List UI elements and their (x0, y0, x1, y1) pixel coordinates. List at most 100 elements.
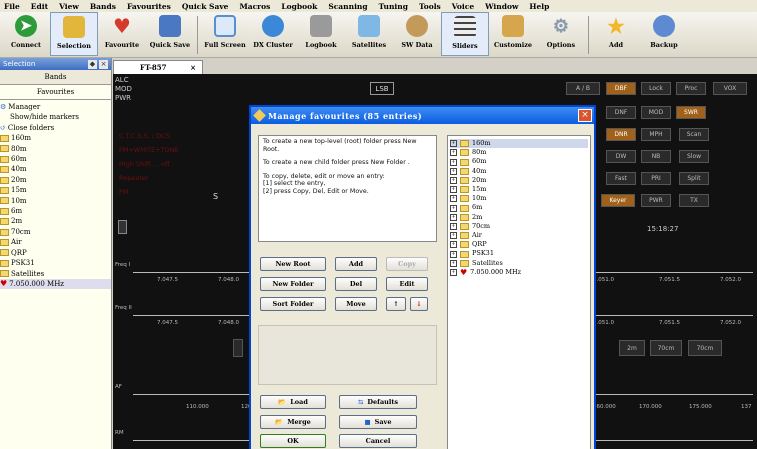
cancel-button[interactable]: Cancel (339, 434, 417, 448)
expand-icon[interactable]: + (450, 222, 457, 230)
tree-item[interactable]: 60m (0, 154, 111, 164)
tree-item[interactable]: +2m (450, 213, 588, 222)
tree-item[interactable]: +15m (450, 185, 588, 194)
load-button[interactable]: 📂 Load (260, 395, 326, 409)
proc-button[interactable]: Proc (676, 82, 706, 95)
pri-button[interactable]: PRI (641, 172, 671, 185)
expand-icon[interactable]: + (450, 186, 457, 194)
expand-icon[interactable]: + (450, 140, 457, 148)
logbook-button[interactable]: Logbook (297, 12, 345, 56)
edit-button[interactable]: Edit (386, 277, 428, 291)
slow-button[interactable]: Slow (679, 150, 709, 163)
add-button[interactable]: Add (335, 257, 377, 271)
move-up-button[interactable]: ↑ (386, 297, 406, 311)
new-root-button[interactable]: New Root (260, 257, 326, 271)
menu-scanning[interactable]: Scanning (328, 2, 367, 11)
tree-item[interactable]: 70cm (0, 227, 111, 237)
close-icon[interactable]: × (190, 63, 196, 72)
expand-icon[interactable]: + (450, 195, 457, 203)
nb-button[interactable]: NB (641, 150, 671, 163)
full-screen-button[interactable]: Full Screen (201, 12, 249, 56)
move-button[interactable]: Move (335, 297, 377, 311)
copy-button[interactable]: Copy (386, 257, 428, 271)
expand-icon[interactable]: + (450, 158, 457, 166)
tree-item[interactable]: + PSK31 (450, 249, 588, 258)
tree-item[interactable]: +6m (450, 203, 588, 212)
tree-item[interactable]: + ♥ 7.050.000 MHz (450, 268, 588, 277)
band-button-2m[interactable]: 2m (619, 340, 645, 356)
del-button[interactable]: Del (335, 277, 377, 291)
tree-item[interactable]: +70cm (450, 222, 588, 231)
fast-button[interactable]: Fast (606, 172, 636, 185)
merge-button[interactable]: 📂 Merge (260, 415, 326, 429)
close-icon[interactable]: × (99, 59, 108, 69)
split-button[interactable]: Split (679, 172, 709, 185)
tab-favourites[interactable]: Favourites (0, 85, 111, 100)
menu-help[interactable]: Help (529, 2, 549, 11)
menu-favourites[interactable]: Favourites (127, 2, 171, 11)
tree-item[interactable]: 6m (0, 206, 111, 216)
tree-item[interactable]: +80m (450, 148, 588, 157)
menu-view[interactable]: View (59, 2, 79, 11)
keyer-button[interactable]: Keyer (601, 194, 635, 207)
tree-item[interactable]: 40m (0, 164, 111, 174)
vox-button[interactable]: VOX (713, 82, 747, 95)
defaults-button[interactable]: ⇆ Defaults (339, 395, 417, 409)
menu-file[interactable]: File (4, 2, 20, 11)
expand-icon[interactable]: + (450, 149, 457, 157)
expand-icon[interactable]: + (450, 259, 457, 267)
menu-tuning[interactable]: Tuning (379, 2, 408, 11)
sort-folder-button[interactable]: Sort Folder (260, 297, 326, 311)
band-button-70cm[interactable]: 70cm (650, 340, 682, 356)
dialog-titlebar[interactable]: Manage favourites (85 entries) (251, 107, 594, 124)
menu-quick-save[interactable]: Quick Save (182, 2, 229, 11)
tree-item-frequency[interactable]: ♥ 7.050.000 MHz (0, 278, 111, 290)
tree-item[interactable]: 20m (0, 175, 111, 185)
tree-item[interactable]: Air (0, 237, 111, 247)
expand-icon[interactable]: + (450, 268, 457, 276)
menu-bands[interactable]: Bands (90, 2, 116, 11)
menu-window[interactable]: Window (485, 2, 518, 11)
pwr-button[interactable]: PWR (641, 194, 671, 207)
tree-item[interactable]: +160m (450, 139, 588, 149)
lock-button[interactable]: Lock (641, 82, 671, 95)
expand-icon[interactable]: + (450, 167, 457, 175)
dx-cluster-button[interactable]: DX Cluster (249, 12, 297, 56)
connect-button[interactable]: ➤ Connect (2, 12, 50, 56)
menu-voice[interactable]: Voice (452, 2, 474, 11)
expand-icon[interactable]: + (450, 241, 457, 249)
scan-button[interactable]: Scan (679, 128, 709, 141)
dbf-button[interactable]: DBF (606, 82, 636, 95)
close-button[interactable]: × (578, 109, 592, 122)
tab-ft857[interactable]: FT-857 × (113, 60, 203, 74)
tree-item[interactable]: +20m (450, 176, 588, 185)
move-down-button[interactable]: ↓ (410, 297, 428, 311)
tree-item[interactable]: 80m (0, 144, 111, 154)
satellites-button[interactable]: Satellites (345, 12, 393, 56)
save-button[interactable]: ■ Save (339, 415, 417, 429)
expand-icon[interactable]: + (450, 176, 457, 184)
band-button-partial[interactable] (233, 339, 243, 357)
tab-bands[interactable]: Bands (0, 70, 111, 85)
menu-macros[interactable]: Macros (239, 2, 270, 11)
pin-icon[interactable]: ◆ (88, 59, 97, 69)
tree-item-manager[interactable]: ⚙ Manager (0, 102, 111, 112)
expand-icon[interactable]: + (450, 213, 457, 221)
expand-icon[interactable]: + (450, 204, 457, 212)
spin-control[interactable] (118, 220, 127, 234)
expand-icon[interactable]: + (450, 250, 457, 258)
quick-save-button[interactable]: Quick Save (146, 12, 194, 56)
tree-item[interactable]: PSK31 (0, 258, 111, 268)
menu-logbook[interactable]: Logbook (281, 2, 317, 11)
tree-item[interactable]: + QRP (450, 240, 588, 249)
tree-item[interactable]: +40m (450, 167, 588, 176)
dnf-button[interactable]: DNF (606, 106, 636, 119)
tx-button[interactable]: TX (679, 194, 709, 207)
sw-data-button[interactable]: SW Data (393, 12, 441, 56)
tree-item[interactable]: QRP (0, 248, 111, 258)
mode-display[interactable]: LSB (370, 82, 394, 95)
dnr-button[interactable]: DNR (606, 128, 636, 141)
tree-item[interactable]: 15m (0, 185, 111, 195)
tree-item[interactable]: +60m (450, 157, 588, 166)
new-folder-button[interactable]: New Folder (260, 277, 326, 291)
